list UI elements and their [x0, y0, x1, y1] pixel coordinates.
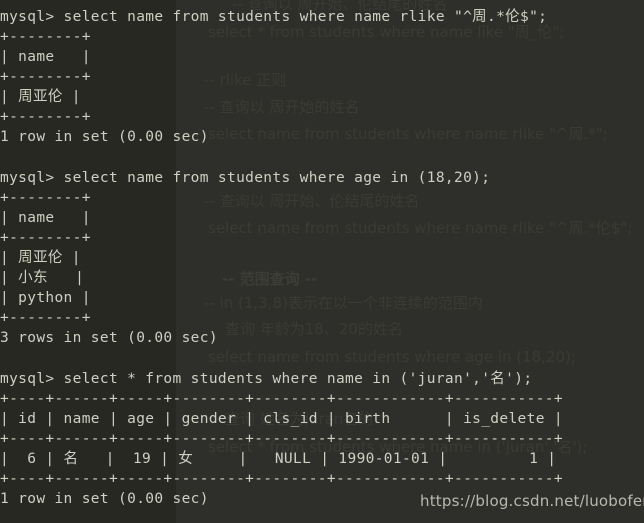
- mysql-terminal-window[interactable]: -- 查询以 周开始、伦结尾的姓名 select * from students…: [0, 0, 644, 523]
- terminal-background-left-pane: [0, 0, 176, 523]
- csdn-blog-url-watermark: https://blog.csdn.net/luobofengl: [420, 492, 644, 510]
- terminal-background-right-pane: [176, 0, 644, 523]
